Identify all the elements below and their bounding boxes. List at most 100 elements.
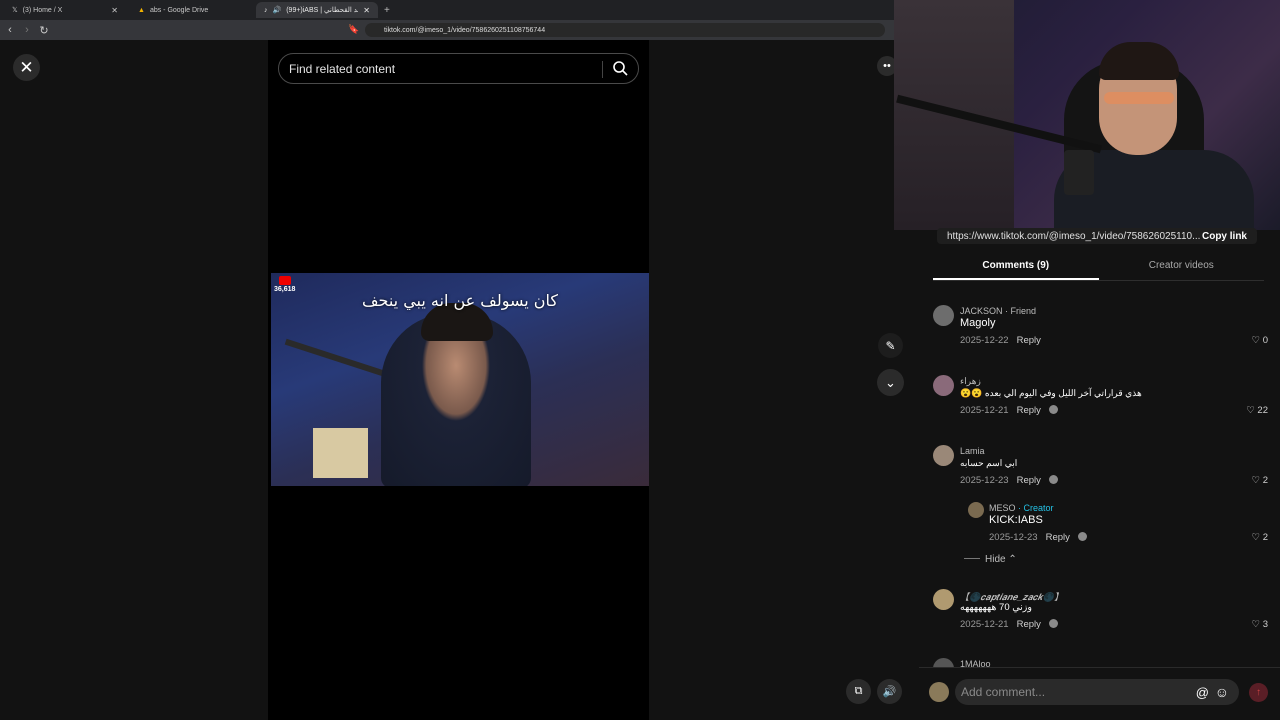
creator-liked-icon [1077,532,1087,541]
comment-item: Lamia ابي اسم حسابه 2025-12-23 Reply ♡ 2 [933,445,1268,490]
heart-icon: ♡ [1251,619,1261,630]
comment-text: Magoly [960,317,996,329]
back-icon[interactable]: ‹ [3,24,17,36]
browser-tab-drive[interactable]: ▲ abs - Google Drive [130,2,252,18]
heart-icon: ♡ [1246,405,1255,416]
avatar[interactable] [968,502,984,518]
comment-user[interactable]: JACKSON · Friend [960,306,1036,316]
close-icon: ✕ [19,57,34,77]
arrow-up-icon: ↑ [1256,687,1261,698]
share-link-row: https://www.tiktok.com/@imeso_1/video/75… [937,228,1257,244]
chevron-down-icon: ⌄ [885,374,896,390]
comment-item: زهراء هذي قراراتي آخر الليل وفي اليوم ال… [933,375,1268,420]
reload-icon[interactable]: ↻ [37,24,51,37]
like-button[interactable]: ♡ 3 [1252,619,1268,630]
avatar [929,682,949,702]
webcam-overlay [894,0,1280,230]
tab-label: (99+)iABS | محمد القحطاني (@i [286,7,358,14]
ellipsis-icon: •• [883,60,891,72]
comment-placeholder: Add comment... [961,685,1046,699]
comment-meta: 2025-12-22 Reply [960,335,1041,346]
tab-label: (3) Home / X [22,6,63,14]
next-video-button[interactable]: ⌄ [877,369,904,396]
avatar[interactable] [933,589,954,610]
close-video-button[interactable]: ✕ [13,54,40,81]
like-button[interactable]: ♡ 22 [1246,405,1268,416]
tab-creator-videos[interactable]: Creator videos [1099,256,1265,280]
comment-meta: 2025-12-21 Reply [960,619,1058,630]
heart-icon: ♡ [1251,475,1261,486]
like-button[interactable]: ♡ 2 [1252,475,1268,486]
avatar[interactable] [933,375,954,396]
emoji-icon[interactable]: ☺ [1215,684,1229,700]
pencil-icon: ✎ [885,338,896,353]
bookmark-icon[interactable]: 🔖 [348,24,359,35]
avatar[interactable] [933,445,954,466]
reply-button[interactable]: Reply [1046,532,1070,543]
comment-meta: 2025-12-23 Reply [960,475,1058,486]
send-button[interactable]: ↑ [1249,683,1268,702]
comment-text: ابي اسم حسابه [960,458,1018,468]
like-button[interactable]: ♡ 2 [1252,532,1268,543]
new-tab-button[interactable]: + [384,5,390,16]
comment-user[interactable]: MESO · Creator [989,503,1054,513]
divider [964,558,980,559]
mention-icon[interactable]: @ [1196,685,1209,700]
search-icon[interactable] [612,60,628,76]
wall-poster [313,428,368,478]
video-caption: كان يسولف عن انه يبي ينحف [361,291,559,310]
search-input[interactable]: Find related content [289,62,395,76]
share-url: https://www.tiktok.com/@imeso_1/video/75… [947,230,1201,242]
speaker-icon: 🔊 [272,7,282,14]
heart-icon: ♡ [1251,335,1261,346]
youtube-icon [279,276,291,285]
creator-liked-icon [1048,405,1058,414]
picture-in-picture-button[interactable]: ⧉ [846,679,871,704]
browser-tab-x[interactable]: 𝕏 (3) Home / X ✕ [4,2,126,18]
webcam-hair [1099,42,1179,80]
like-button[interactable]: ♡ 0 [1252,335,1268,346]
x-logo-icon: 𝕏 [12,7,18,14]
comment-item: 【🌑𝒄𝒂𝒑𝒕𝒊𝒂𝒏𝒆_𝒛𝒂𝒄𝒌🌑】 وزني 70 هههههههه 2025-… [933,589,1268,634]
search-divider [602,61,603,78]
reply-button[interactable]: Reply [1017,335,1041,346]
tiktok-icon: ♪ [264,6,268,14]
browser-tab-tiktok[interactable]: ♪ 🔊 (99+)iABS | محمد القحطاني (@i ✕ [256,2,378,18]
related-search-box[interactable]: Find related content [278,53,639,84]
pip-icon: ⧉ [854,685,863,697]
url-text: tiktok.com/@imeso_1/video/75862602511087… [384,26,546,34]
comment-meta: 2025-12-21 Reply [960,405,1058,416]
hide-replies-button[interactable]: Hide ⌃ [964,554,1017,565]
creator-liked-icon [1048,619,1058,628]
video-frame[interactable]: 36,618 كان يسولف عن انه يبي ينحف [271,273,649,486]
webcam-mic [1064,150,1094,195]
comment-input[interactable]: Add comment... @ ☺ [955,679,1239,705]
drive-icon: ▲ [138,6,145,14]
comment-text: وزني 70 هههههههه [960,602,1032,613]
reply-button[interactable]: Reply [1017,619,1041,630]
volume-button[interactable]: 🔊 [877,679,902,704]
edit-button[interactable]: ✎ [878,333,903,358]
tab-close-icon[interactable]: ✕ [111,6,118,15]
copy-link-button[interactable]: Copy link [1202,231,1247,242]
reply-item: MESO · Creator KICK:IABS 2025-12-23 Reply… [968,502,1268,547]
heart-icon: ♡ [1251,532,1261,543]
speaker-icon: 🔊 [882,686,897,698]
comment-meta: 2025-12-23 Reply [989,532,1087,543]
avatar[interactable] [933,305,954,326]
panel-tabs: Comments (9) Creator videos [933,256,1264,281]
tab-comments[interactable]: Comments (9) [933,256,1099,280]
tab-label: abs - Google Drive [149,6,209,14]
reply-button[interactable]: Reply [1017,475,1041,486]
webcam-glasses [1104,92,1174,104]
comment-composer: Add comment... @ ☺ ↑ [919,667,1280,720]
forward-icon[interactable]: › [20,24,34,36]
comment-user[interactable]: زهراء [960,376,981,387]
url-field[interactable]: tiktok.com/@imeso_1/video/75862602511087… [365,23,885,37]
tab-close-icon[interactable]: ✕ [363,6,370,15]
comment-item: JACKSON · Friend Magoly 2025-12-22 Reply … [933,305,1268,350]
reply-button[interactable]: Reply [1017,405,1041,416]
comment-text: هذي قراراتي آخر الليل وفي اليوم الي بعده… [960,388,1142,398]
comment-user[interactable]: Lamia [960,446,985,456]
creator-liked-icon [1048,475,1058,484]
